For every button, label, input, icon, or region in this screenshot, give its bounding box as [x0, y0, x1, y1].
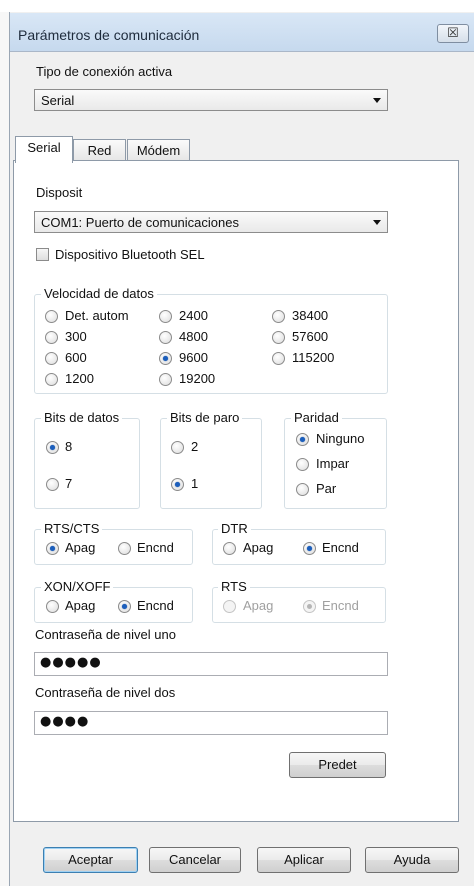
password2-value: ●●●●: [40, 714, 90, 729]
rate-300-radio[interactable]: [45, 331, 58, 344]
rate-38400-label: 38400: [292, 308, 329, 323]
rate-9600-label: 9600: [179, 350, 208, 365]
chevron-down-icon: [373, 220, 381, 225]
password2-field[interactable]: ●●●●: [34, 711, 388, 735]
parity-none-radio[interactable]: [296, 433, 309, 446]
parity-even-radio[interactable]: [296, 483, 309, 496]
rts-cts-off-label: Apag: [65, 540, 96, 555]
xon-xoff-off-radio[interactable]: [46, 600, 59, 613]
password1-field[interactable]: ●●●●●: [34, 652, 388, 676]
cancel-button[interactable]: Cancelar: [149, 847, 241, 873]
data-bits-group: [34, 418, 140, 509]
parity-odd-label: Impar: [316, 456, 350, 471]
password1-value: ●●●●●: [40, 655, 102, 670]
rts-title: RTS: [218, 579, 250, 594]
rate-600-label: 600: [65, 350, 87, 365]
bluetooth-label: Dispositivo Bluetooth SEL: [55, 247, 205, 262]
rate-300-label: 300: [65, 329, 87, 344]
data-bits-title: Bits de datos: [41, 410, 123, 425]
stop-bits-title: Bits de paro: [167, 410, 243, 425]
rate-2400-radio[interactable]: [159, 310, 172, 323]
rate-115200-radio[interactable]: [272, 352, 285, 365]
stop-bits-2-label: 2: [191, 439, 199, 454]
window-title: Parámetros de comunicación: [18, 27, 200, 43]
rts-off-label: Apag: [243, 598, 274, 613]
connection-type-label: Tipo de conexión activa: [36, 64, 173, 79]
tab-serial[interactable]: Serial: [15, 136, 73, 163]
rate-38400-radio[interactable]: [272, 310, 285, 323]
rate-19200-radio[interactable]: [159, 373, 172, 386]
chevron-down-icon: [373, 98, 381, 103]
rate-auto-radio[interactable]: [45, 310, 58, 323]
data-bits-7-label: 7: [65, 476, 73, 491]
help-button[interactable]: Ayuda: [365, 847, 459, 873]
device-label: Disposit: [36, 185, 83, 200]
tab-modem-label: Módem: [136, 143, 181, 158]
apply-button[interactable]: Aplicar: [257, 847, 351, 873]
rate-57600-radio[interactable]: [272, 331, 285, 344]
stop-bits-1-radio[interactable]: [171, 478, 184, 491]
dtr-on-radio[interactable]: [303, 542, 316, 555]
rate-1200-label: 1200: [65, 371, 94, 386]
rate-1200-radio[interactable]: [45, 373, 58, 386]
rts-cts-on-radio[interactable]: [118, 542, 131, 555]
stop-bits-group: [160, 418, 262, 509]
password2-label: Contraseña de nivel dos: [35, 685, 176, 700]
rate-4800-label: 4800: [179, 329, 208, 344]
rate-600-radio[interactable]: [45, 352, 58, 365]
rts-cts-off-radio[interactable]: [46, 542, 59, 555]
data-bits-8-label: 8: [65, 439, 73, 454]
stop-bits-2-radio[interactable]: [171, 441, 184, 454]
device-select[interactable]: COM1: Puerto de comunicaciones: [34, 211, 388, 233]
data-rate-title: Velocidad de datos: [41, 286, 157, 301]
parity-none-label: Ninguno: [316, 431, 365, 446]
dtr-off-label: Apag: [243, 540, 274, 555]
rts-on-radio: [303, 600, 316, 613]
dtr-on-label: Encnd: [322, 540, 359, 555]
tab-red-label: Red: [87, 143, 112, 158]
xon-xoff-title: XON/XOFF: [41, 579, 114, 594]
rts-off-radio: [223, 600, 236, 613]
stop-bits-1-label: 1: [191, 476, 199, 491]
password1-label: Contraseña de nivel uno: [35, 627, 176, 642]
rts-on-label: Encnd: [322, 598, 359, 613]
dtr-title: DTR: [218, 521, 251, 536]
ok-button[interactable]: Aceptar: [43, 847, 138, 873]
device-value: COM1: Puerto de comunicaciones: [41, 215, 239, 230]
data-bits-8-radio[interactable]: [46, 441, 59, 454]
xon-xoff-on-label: Encnd: [137, 598, 174, 613]
rate-9600-radio[interactable]: [159, 352, 172, 365]
rate-auto-label: Det. autom: [65, 308, 129, 323]
connection-type-select[interactable]: Serial: [34, 89, 388, 111]
data-bits-7-radio[interactable]: [46, 478, 59, 491]
close-button[interactable]: ☒: [437, 24, 469, 43]
rate-19200-label: 19200: [179, 371, 216, 386]
parity-title: Paridad: [291, 410, 342, 425]
tab-serial-label: Serial: [27, 140, 61, 155]
rate-115200-label: 115200: [292, 350, 335, 365]
rate-2400-label: 2400: [179, 308, 208, 323]
rate-57600-label: 57600: [292, 329, 329, 344]
rts-cts-title: RTS/CTS: [41, 521, 103, 536]
parity-even-label: Par: [316, 481, 337, 496]
rts-cts-on-label: Encnd: [137, 540, 174, 555]
connection-type-value: Serial: [41, 93, 75, 108]
default-button[interactable]: Predet: [289, 752, 386, 778]
bluetooth-checkbox[interactable]: [36, 248, 49, 261]
xon-xoff-on-radio[interactable]: [118, 600, 131, 613]
dtr-off-radio[interactable]: [223, 542, 236, 555]
xon-xoff-off-label: Apag: [65, 598, 96, 613]
parity-odd-radio[interactable]: [296, 458, 309, 471]
rate-4800-radio[interactable]: [159, 331, 172, 344]
background-window-top: [0, 0, 474, 12]
